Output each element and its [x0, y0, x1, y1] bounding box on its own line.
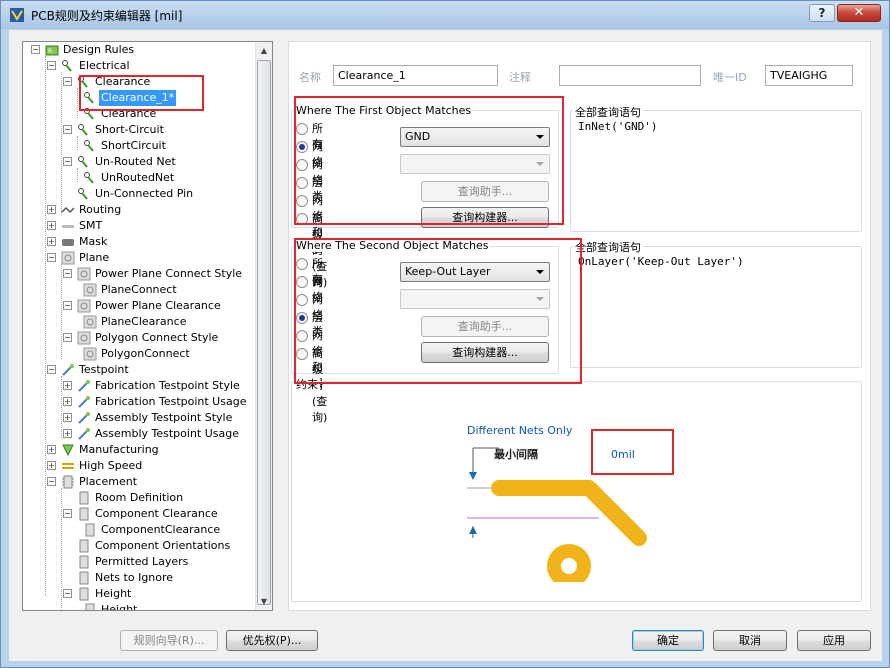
high-speed-icon	[62, 463, 74, 469]
plane-rule-icon	[83, 347, 97, 361]
highlight-box-first	[294, 96, 564, 225]
scroll-up-icon[interactable]: ▲	[256, 42, 272, 59]
collapse-icon[interactable]: −	[63, 333, 72, 342]
placement-icon	[79, 539, 89, 553]
collapse-icon[interactable]: −	[63, 125, 72, 134]
electrical-icon	[62, 60, 72, 72]
expand-icon[interactable]: +	[63, 413, 72, 422]
rules-folder-icon: R	[45, 45, 59, 56]
highlight-box-second	[294, 238, 582, 384]
collapse-icon[interactable]: −	[63, 269, 72, 278]
routing-icon	[61, 206, 75, 214]
expand-icon[interactable]: +	[63, 381, 72, 390]
collapse-icon[interactable]: −	[47, 253, 56, 262]
collapse-icon[interactable]: −	[63, 77, 72, 86]
scroll-thumb[interactable]	[257, 60, 271, 605]
rules-tree[interactable]: − R Design Rules − Electrical − Clearanc…	[22, 41, 273, 611]
expand-icon[interactable]: +	[47, 237, 56, 246]
second-query-text[interactable]: OnLayer('Keep-Out Layer')	[578, 255, 744, 268]
apply-button[interactable]: 应用	[797, 630, 871, 651]
plane-icon	[61, 251, 75, 265]
placement-icon	[79, 507, 89, 521]
expand-icon[interactable]: +	[47, 205, 56, 214]
collapse-icon[interactable]: −	[31, 45, 40, 54]
title-bar: PCB规则及约束编辑器 [mil] ? ✕	[1, 1, 889, 29]
placement-icon	[79, 555, 89, 569]
cancel-button[interactable]: 取消	[713, 630, 787, 651]
tree-scrollbar[interactable]: ▲ ▼	[255, 42, 272, 610]
collapse-icon[interactable]: −	[63, 509, 72, 518]
net-scope-label[interactable]: Different Nets Only	[467, 424, 572, 437]
testpoint-icon	[78, 380, 90, 392]
expand-icon[interactable]: +	[63, 429, 72, 438]
placement-icon	[79, 571, 89, 585]
collapse-icon[interactable]: −	[47, 477, 56, 486]
expand-icon[interactable]: +	[47, 221, 56, 230]
placement-icon	[79, 491, 89, 505]
svg-text:R: R	[48, 48, 52, 55]
uid-field[interactable]: TVEAIGHG	[765, 65, 853, 86]
scroll-down-icon[interactable]: ▼	[256, 593, 272, 610]
uid-label: 唯一ID	[713, 71, 747, 84]
un-connected-pin-icon	[78, 188, 88, 200]
name-label: 名称	[299, 71, 321, 84]
expand-icon[interactable]: +	[63, 397, 72, 406]
collapse-icon[interactable]: −	[63, 157, 72, 166]
highlight-box-value	[591, 429, 674, 475]
help-button[interactable]: ?	[809, 4, 835, 22]
first-query-text[interactable]: InNet('GND')	[578, 120, 657, 133]
rule-icon	[84, 140, 94, 152]
expand-icon[interactable]: +	[47, 461, 56, 470]
priority-button[interactable]: 优先权(P)...	[226, 630, 318, 651]
highlight-box-tree	[79, 75, 204, 111]
ok-button[interactable]: 确定	[632, 630, 704, 651]
expand-icon[interactable]: +	[47, 445, 56, 454]
comment-label: 注释	[509, 71, 531, 84]
testpoint-icon	[78, 428, 90, 440]
plane-connect-icon	[77, 267, 91, 281]
mask-icon	[62, 239, 74, 246]
collapse-icon[interactable]: −	[63, 301, 72, 310]
testpoint-icon	[62, 364, 74, 376]
un-routed-icon	[78, 156, 88, 168]
pcb-app-icon	[10, 8, 24, 22]
placement-icon	[62, 475, 74, 489]
short-circuit-icon	[78, 124, 88, 136]
placement-icon	[79, 587, 89, 601]
smt-icon	[62, 225, 74, 228]
collapse-icon[interactable]: −	[63, 589, 72, 598]
collapse-icon[interactable]: −	[47, 61, 56, 70]
first-full-query-title: 全部查询语句	[573, 104, 643, 120]
name-field[interactable]: Clearance_1	[333, 65, 498, 86]
testpoint-icon	[78, 396, 90, 408]
placement-icon	[85, 603, 95, 610]
plane-rule-icon	[83, 283, 97, 297]
rule-wizard-button[interactable]: 规则向导(R)...	[120, 630, 218, 651]
dialog-client: − R Design Rules − Electrical − Clearanc…	[9, 30, 882, 661]
testpoint-icon	[78, 412, 90, 424]
close-button[interactable]: ✕	[837, 4, 881, 22]
placement-icon	[85, 523, 95, 537]
rule-icon	[84, 172, 94, 184]
manufacturing-icon	[62, 444, 74, 457]
window-title: PCB规则及约束编辑器 [mil]	[31, 9, 183, 23]
rules-editor-window: PCB规则及约束编辑器 [mil] ? ✕ − R Design Rules −	[0, 0, 890, 668]
second-full-query-title: 全部查询语句	[573, 239, 643, 255]
polygon-connect-icon	[77, 331, 91, 345]
plane-clearance-icon	[77, 299, 91, 313]
plane-rule-icon	[83, 315, 97, 329]
collapse-icon[interactable]: −	[47, 365, 56, 374]
comment-field[interactable]	[559, 65, 701, 86]
